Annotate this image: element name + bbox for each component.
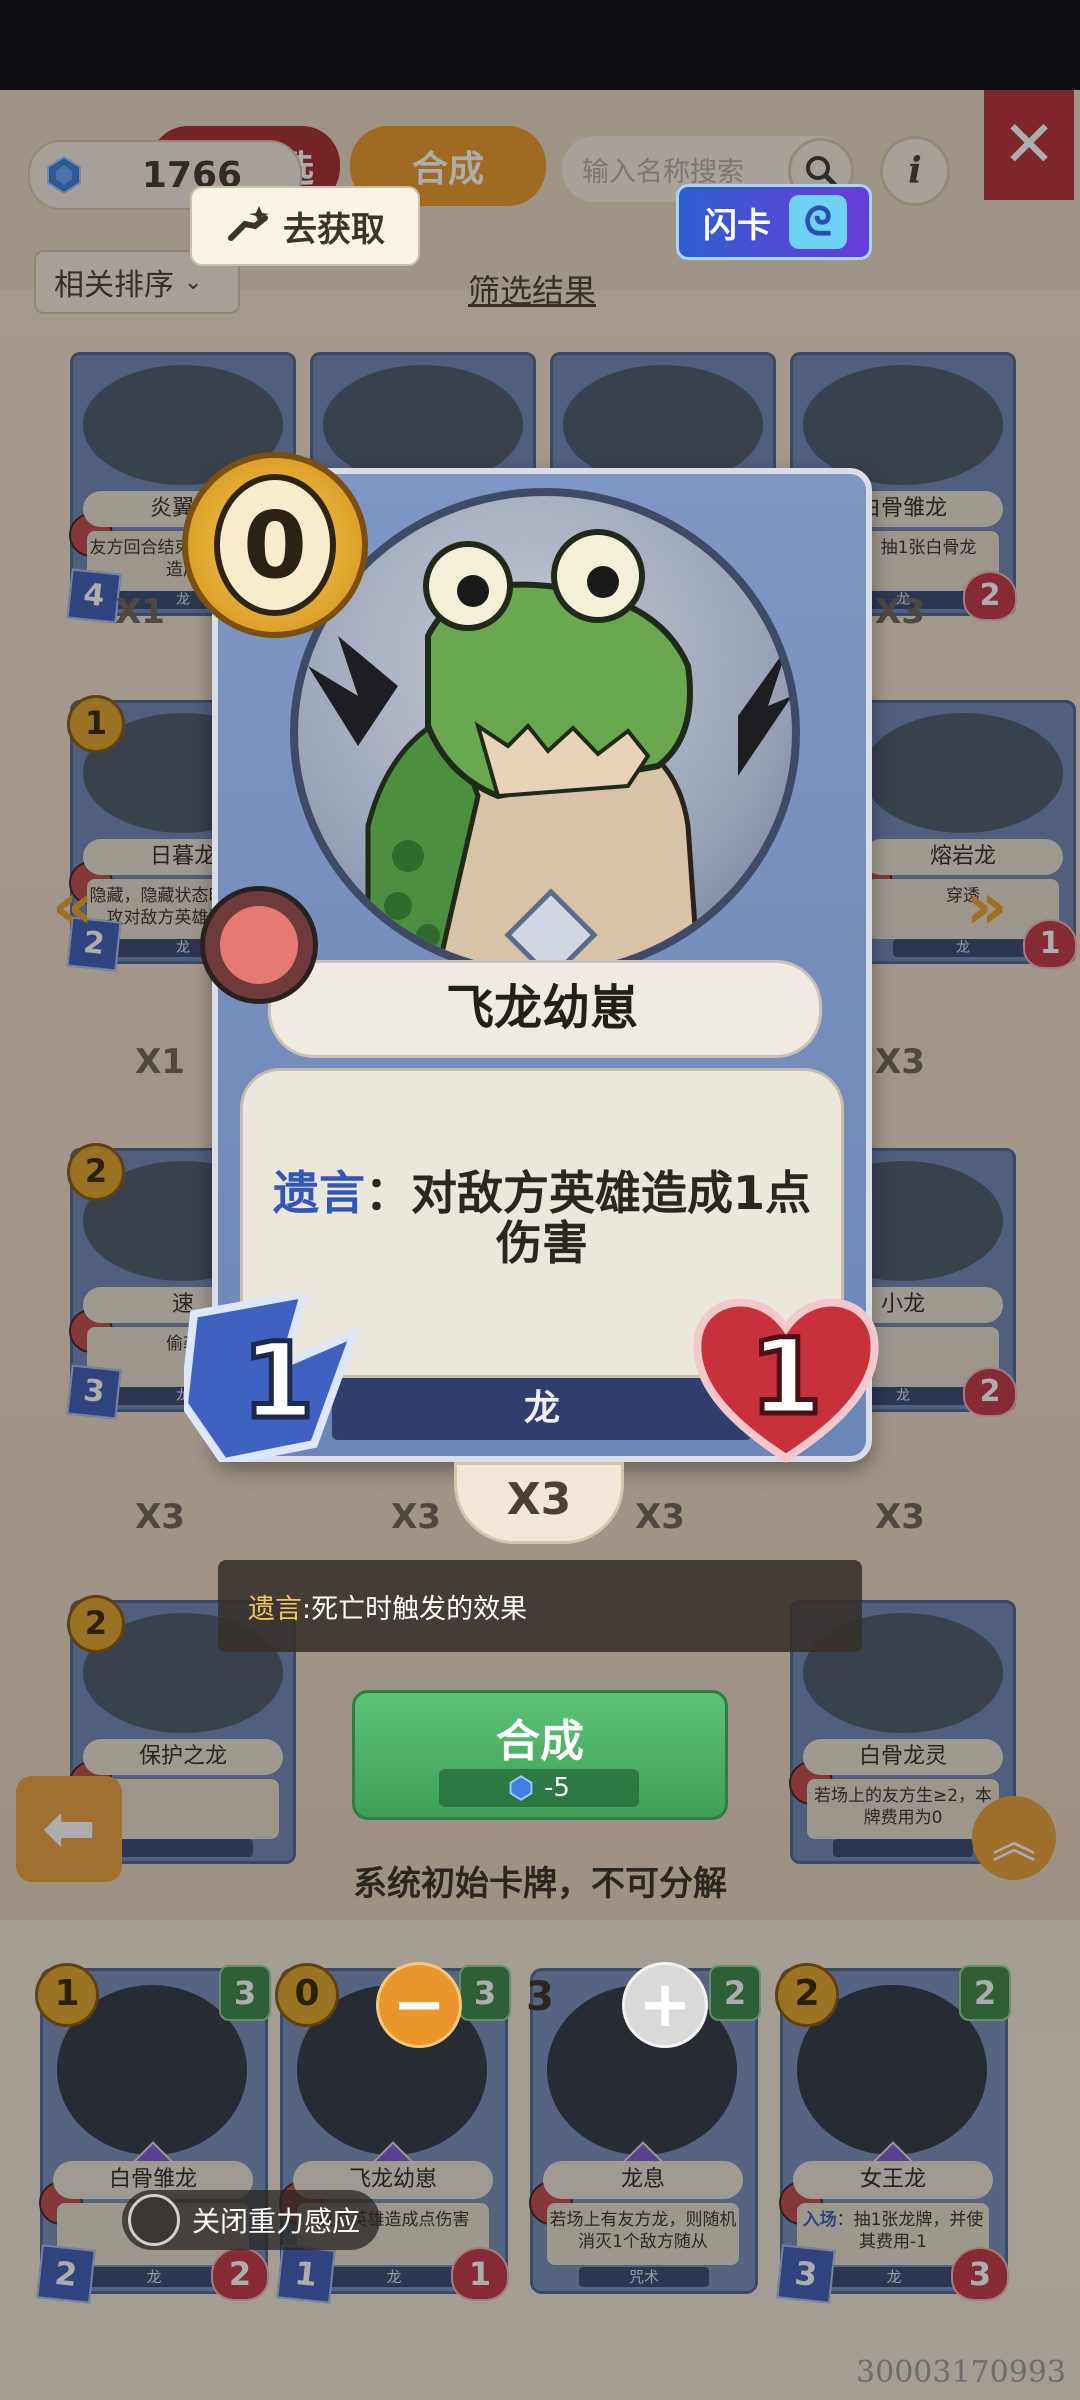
owned-count: X3: [454, 1462, 624, 1544]
card-description: 遗言：对敌方英雄造成1点伤害: [268, 1168, 816, 1268]
tooltip-keyword: 遗言: [248, 1593, 302, 1625]
card-name: 飞龙幼崽: [445, 980, 638, 1036]
craft-cost: -5: [439, 1769, 639, 1807]
craft-button[interactable]: 合成 -5: [352, 1690, 728, 1820]
quantity-increase-button[interactable]: +: [622, 1962, 708, 2048]
card-description-text: ：对敌方英雄造成1点伤害: [364, 1166, 811, 1270]
quantity-decrease-button[interactable]: −: [376, 1962, 462, 2048]
mana-cost-badge: 0: [182, 452, 368, 638]
status-bar: [0, 0, 1080, 90]
gem-icon: [509, 1775, 533, 1801]
quantity-value: 3: [526, 1974, 554, 2020]
toggle-circle-icon: [128, 2194, 180, 2246]
craft-label: 合成: [496, 1716, 584, 1767]
mana-cost: 0: [214, 474, 336, 616]
flash-card-toggle[interactable]: 闪卡 ᘓ: [676, 184, 872, 260]
get-card-button[interactable]: 去获取: [190, 186, 420, 266]
card-detail: 飞龙幼崽 遗言：对敌方英雄造成1点伤害 龙 0 1 1: [182, 452, 879, 1463]
attack-value: 1: [239, 1318, 316, 1445]
flash-card-label: 闪卡: [703, 205, 771, 246]
hand-sparkle-icon: [228, 206, 269, 241]
gravity-sensor-toggle[interactable]: 关闭重力感应: [122, 2190, 381, 2250]
swirl-icon: ᘓ: [789, 195, 847, 249]
gravity-toggle-label: 关闭重力感应: [192, 2205, 361, 2238]
get-card-label: 去获取: [283, 209, 385, 250]
faction-icon: [200, 886, 318, 1004]
keyword-deathrattle: 遗言: [272, 1166, 365, 1220]
keyword-tooltip: 遗言:死亡时触发的效果: [218, 1560, 862, 1652]
serial-number: 30003170993: [856, 2355, 1066, 2390]
craft-cost-value: -5: [544, 1773, 570, 1803]
health-value: 1: [747, 1314, 824, 1441]
cannot-decompose-notice: 系统初始卡牌，不可分解: [353, 1864, 727, 1904]
tooltip-text: :死亡时触发的效果: [302, 1593, 528, 1625]
